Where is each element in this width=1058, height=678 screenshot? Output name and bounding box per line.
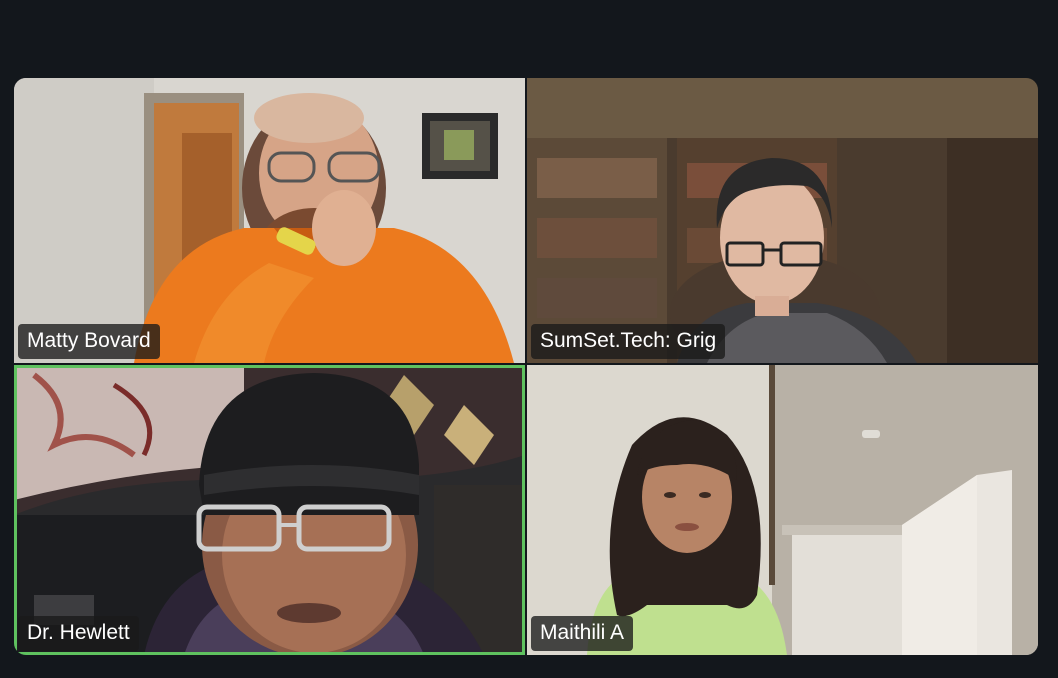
- participant-video: [14, 78, 525, 363]
- participant-name-label: Matty Bovard: [18, 324, 160, 359]
- participant-tile-sumset-tech-grig[interactable]: SumSet.Tech: Grig: [527, 78, 1038, 363]
- participant-name-label: SumSet.Tech: Grig: [531, 324, 726, 359]
- participant-tile-matty-bovard[interactable]: Matty Bovard: [14, 78, 525, 363]
- participant-video: [527, 78, 1038, 363]
- participant-tile-maithili-a[interactable]: Maithili A: [527, 365, 1038, 655]
- video-meeting-window: Matty Bovard SumSet.Tech: Grig Dr. Hewle…: [0, 0, 1058, 678]
- participant-video: [14, 365, 525, 655]
- gallery-view: Matty Bovard SumSet.Tech: Grig Dr. Hewle…: [14, 78, 1038, 655]
- participant-video: [527, 365, 1038, 655]
- participant-name-label: Maithili A: [531, 616, 634, 651]
- participant-name-label: Dr. Hewlett: [18, 616, 139, 651]
- participant-tile-dr-hewlett[interactable]: Dr. Hewlett: [14, 365, 525, 655]
